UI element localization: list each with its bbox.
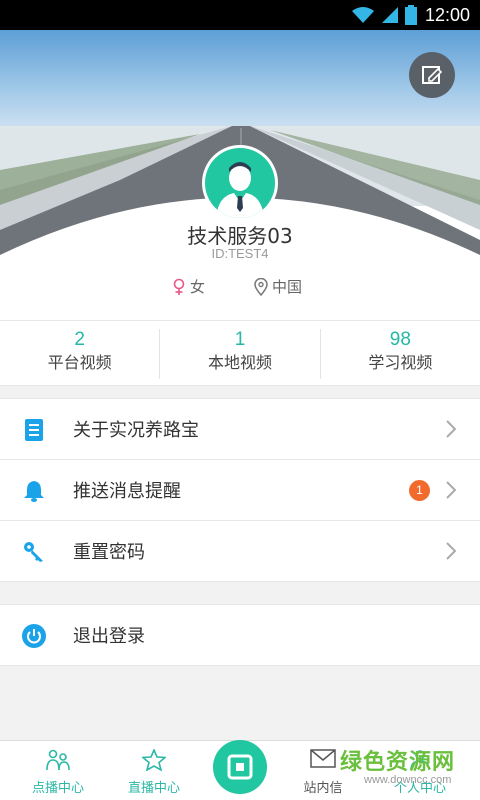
star-icon [142,749,166,771]
edit-profile-button[interactable] [409,52,455,98]
female-icon [173,278,185,295]
battery-icon [404,5,417,25]
location-info: 中国 [254,276,302,297]
document-icon [22,418,46,442]
stat-value: 1 [234,329,246,350]
menu-item-reset-password[interactable]: 重置密码 [0,521,480,582]
user-avatar-icon [216,162,264,218]
location-label: 中国 [272,278,303,296]
menu-item-about[interactable]: 关于实况养路宝 [0,399,480,460]
avatar[interactable] [202,145,278,221]
camera-icon [227,754,253,780]
nav-live-center[interactable]: 直播中心 [106,741,202,800]
nav-label: 直播中心 [127,781,180,796]
gender-info: 女 [172,276,205,297]
nav-vod-center[interactable]: 点播中心 [10,741,106,800]
record-button[interactable] [213,740,267,794]
stat-label: 平台视频 [47,353,112,372]
chevron-right-icon [446,420,456,438]
stats-row: 2 平台视频 1 本地视频 98 学习视频 [0,320,480,386]
stat-label: 本地视频 [207,353,272,372]
status-time: 12:00 [424,4,470,25]
wifi-icon [351,7,374,23]
stat-label: 学习视频 [368,353,433,372]
edit-icon [422,66,443,84]
power-icon [22,624,46,648]
watermark-logo: 绿色资源网 www.downcc.com [320,744,470,796]
user-id: ID:TEST4 [211,246,269,261]
stat-value: 98 [389,329,411,350]
profile-header: 技术服务03 ID:TEST4 女 中国 [0,30,480,320]
chevron-right-icon [446,481,456,499]
logout-button[interactable]: 退出登录 [0,605,480,666]
menu-item-push-notifications[interactable]: 推送消息提醒 1 [0,460,480,521]
stat-platform-videos[interactable]: 2 平台视频 [0,329,161,379]
watermark-url: www.downcc.com [364,774,452,786]
menu-item-label: 推送消息提醒 [73,481,181,502]
settings-menu: 关于实况养路宝 推送消息提醒 1 重置密码 [0,398,480,582]
chevron-right-icon [446,542,456,560]
stat-local-videos[interactable]: 1 本地视频 [160,329,321,379]
stat-value: 2 [74,329,85,350]
logout-label: 退出登录 [73,626,145,647]
location-pin-icon [254,277,268,296]
people-icon [46,749,70,771]
menu-item-label: 重置密码 [73,542,145,563]
key-icon [22,540,46,564]
user-name: 技术服务03 [187,224,293,248]
menu-item-label: 关于实况养路宝 [73,420,199,441]
nav-label: 点播中心 [31,781,84,796]
bell-icon [22,479,46,503]
stat-learning-videos[interactable]: 98 学习视频 [321,329,480,379]
user-meta: 女 中国 [0,276,480,298]
watermark-title: 绿色资源网 [340,750,456,775]
logout-section: 退出登录 [0,604,480,666]
notification-badge: 1 [409,480,430,501]
status-bar: 12:00 [0,0,480,30]
signal-icon [381,7,398,23]
gender-label: 女 [190,278,206,296]
